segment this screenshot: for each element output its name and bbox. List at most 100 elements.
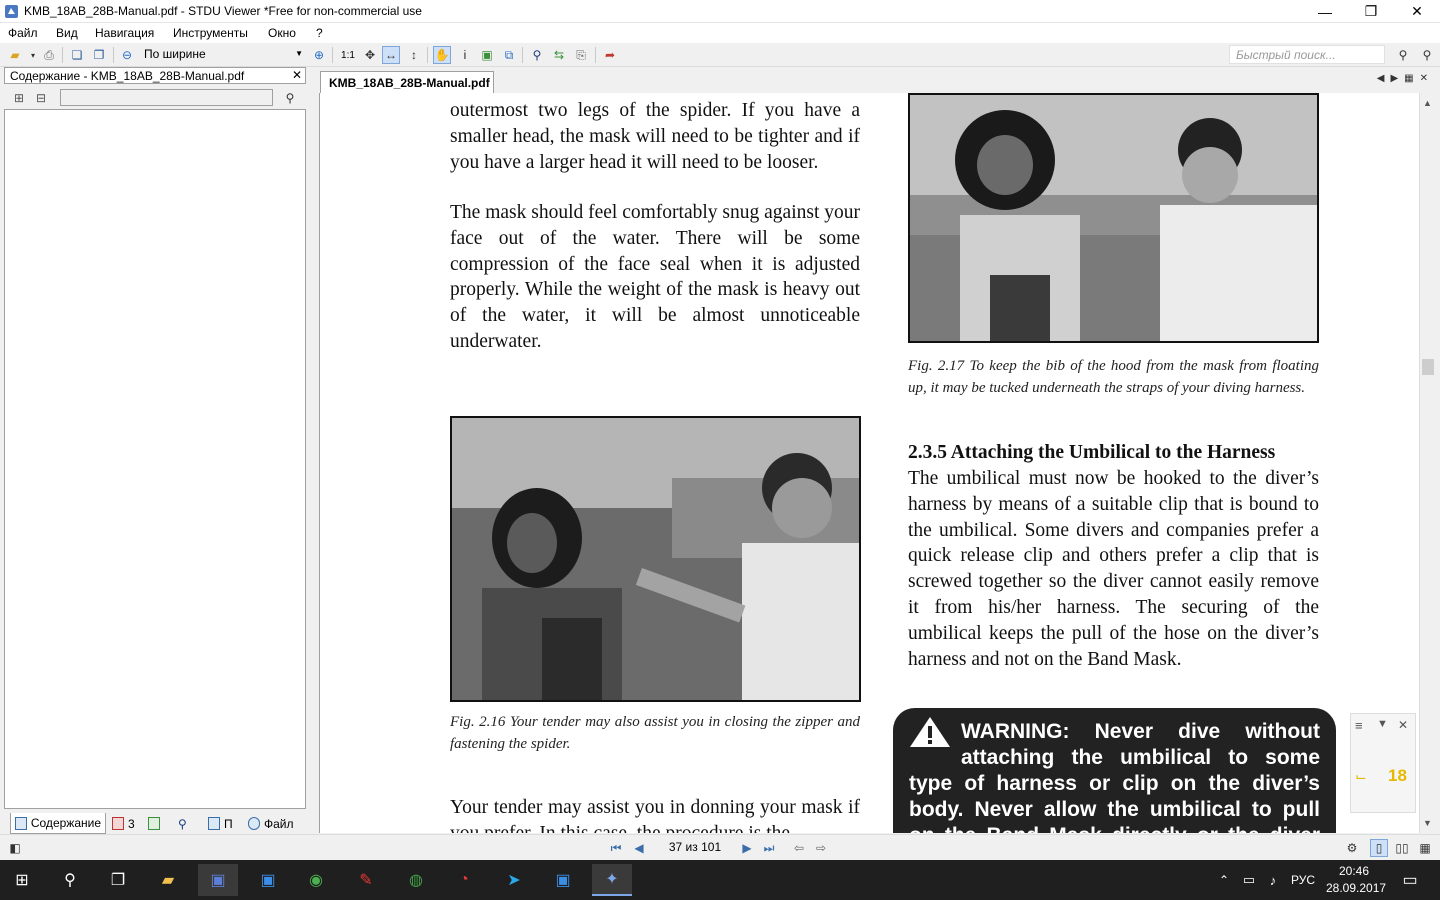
tab-thumbnails[interactable] [144,813,164,834]
menu-navigation[interactable]: Навигация [95,26,154,40]
sidebar-search-input[interactable] [60,89,273,106]
remote-desktop-icon[interactable]: ▣ [248,864,288,896]
thumbnails-icon [148,817,160,830]
prev-page-icon[interactable]: ◀ [630,839,648,857]
fit-height-icon[interactable]: ↕ [405,46,423,64]
file-explorer-icon[interactable]: ▰ [148,864,188,896]
expand-all-icon[interactable]: ⊞ [10,89,28,107]
search-options-icon[interactable]: ⚲ [1394,46,1412,64]
language-indicator[interactable]: РУС [1286,864,1320,896]
search-icon[interactable]: ⚲ [50,864,90,896]
tab-pages[interactable]: П [204,813,237,834]
contents-panel[interactable] [4,109,306,809]
menu-icon[interactable]: ≡ [1355,718,1363,733]
tab-bookmarks[interactable]: 3 [108,813,139,834]
stdu-viewer-icon[interactable]: ✦ [592,864,632,896]
menu-file[interactable]: Файл [8,26,38,40]
figure-2-17-photo [908,93,1319,343]
bookmark-add-icon[interactable]: ➦ [601,46,619,64]
pages-icon[interactable]: ❐ [90,46,108,64]
copy-icon[interactable]: ❏ [68,46,86,64]
fit-width-icon[interactable]: ↔ [382,46,400,64]
copy-text-icon[interactable]: ⎘ [572,46,590,64]
snapshot-icon[interactable]: ⧉ [500,46,518,64]
close-icon[interactable]: ✕ [1398,718,1408,732]
clock-time[interactable]: 20:46 [1326,864,1382,878]
tab-navigation[interactable]: ◀▶▦✕ [1377,73,1434,84]
zoom-select[interactable]: По ширине ▼ [138,45,306,64]
collapse-all-icon[interactable]: ⊟ [32,89,50,107]
settings-icon[interactable]: ⚙ [1343,839,1361,857]
volume-icon[interactable]: ♪ [1262,864,1284,896]
globe-app-icon[interactable]: ◍ [396,864,436,896]
figure-2-16-photo [450,416,861,702]
maximize-button[interactable]: ❐ [1348,0,1394,23]
text-select-icon[interactable]: Ꭵ [456,46,474,64]
actual-size-button[interactable]: 1:1 [339,46,357,64]
scroll-thumb[interactable] [1422,359,1434,375]
chevron-up-icon[interactable]: ⌃ [1212,864,1236,896]
windows-start-icon[interactable]: ⊞ [2,864,42,896]
vertical-scrollbar[interactable]: ▲ ▼ [1419,93,1436,833]
search-go-icon[interactable]: ⚲ [1418,46,1436,64]
document-viewer[interactable]: outermost two legs of the spider. If you… [319,93,1419,833]
contents-icon [15,816,27,830]
floating-panel[interactable]: ≡ ▼ ✕ ⌙ 18 [1350,713,1416,813]
left-paragraph-3: Your tender may assist you in donning yo… [450,797,860,833]
tab-bookmarks-label: 3 [128,816,135,831]
notifications-icon[interactable]: ▭ [1390,864,1430,896]
find-next-icon[interactable]: ⇆ [550,46,568,64]
scroll-down-icon[interactable]: ▼ [1423,818,1432,828]
pen-app-icon[interactable]: ✎ [346,864,386,896]
menu-help[interactable]: ? [316,26,323,40]
pages-icon [208,817,220,830]
tab-file[interactable]: Файл [244,813,298,834]
next-page-icon[interactable]: ▶ [738,839,756,857]
remote-desktop-2-icon[interactable]: ▣ [543,864,583,896]
title-bar: KMB_18AB_28B-Manual.pdf - STDU Viewer *F… [0,0,1440,23]
zoom-out-icon[interactable]: ⊖ [118,46,136,64]
minimize-button[interactable]: — [1302,0,1348,23]
telegram-icon[interactable]: ➤ [494,864,534,896]
forward-icon[interactable]: ⇨ [812,839,830,857]
fit-page-icon[interactable]: ✥ [361,46,379,64]
close-icon[interactable]: ✕ [292,68,302,82]
save-app-icon[interactable]: ▣ [198,864,238,896]
torrent-icon[interactable]: ◉ [296,864,336,896]
hand-tool-icon[interactable]: ✋ [433,46,451,64]
g-app-icon[interactable]: ◔ [444,864,484,896]
panel-toggle-icon[interactable]: ◧ [6,839,24,857]
find-icon[interactable]: ⚲ [528,46,546,64]
menu-window[interactable]: Окно [268,26,296,40]
page-counter[interactable]: 37 из 101 [655,838,735,857]
image-select-icon[interactable]: ▣ [478,46,496,64]
document-tab[interactable]: KMB_18AB_28B-Manual.pdf [320,71,494,93]
first-page-icon[interactable]: ⏮ [607,839,625,857]
left-paragraph-1: outermost two legs of the spider. If you… [450,100,860,173]
two-page-view-icon[interactable]: ▯▯ [1393,839,1411,857]
clock-date[interactable]: 28.09.2017 [1326,881,1386,895]
tab-contents[interactable]: Содержание [10,813,106,834]
print-icon[interactable]: ⎙ [40,46,58,64]
sidebar: Содержание - KMB_18AB_28B-Manual.pdf ✕ ⊞… [4,67,306,839]
last-page-icon[interactable]: ⏭ [760,839,778,857]
sidebar-search-icon[interactable]: ⚲ [281,89,299,107]
network-icon[interactable]: ▭ [1238,864,1260,896]
task-view-icon[interactable]: ❐ [98,864,138,896]
zoom-in-icon[interactable]: ⊕ [310,46,328,64]
floating-panel-number: 18 [1388,766,1407,785]
back-icon[interactable]: ⇦ [790,839,808,857]
sidebar-header: Содержание - KMB_18AB_28B-Manual.pdf ✕ [4,67,306,84]
toolbar-separator [62,47,63,63]
tab-pages-label: П [224,816,233,831]
menu-tools[interactable]: Инструменты [173,26,248,40]
menu-view[interactable]: Вид [56,26,78,40]
close-button[interactable]: ✕ [1394,0,1440,23]
open-folder-icon[interactable]: ▰ [6,46,24,64]
tab-search[interactable]: ⚲ [174,813,191,834]
single-page-view-icon[interactable]: ▯ [1370,839,1388,857]
grid-view-icon[interactable]: ▦ [1416,839,1434,857]
chevron-down-icon[interactable]: ▼ [1377,718,1388,730]
quick-search-input[interactable]: Быстрый поиск... [1229,45,1385,64]
scroll-up-icon[interactable]: ▲ [1423,98,1432,108]
